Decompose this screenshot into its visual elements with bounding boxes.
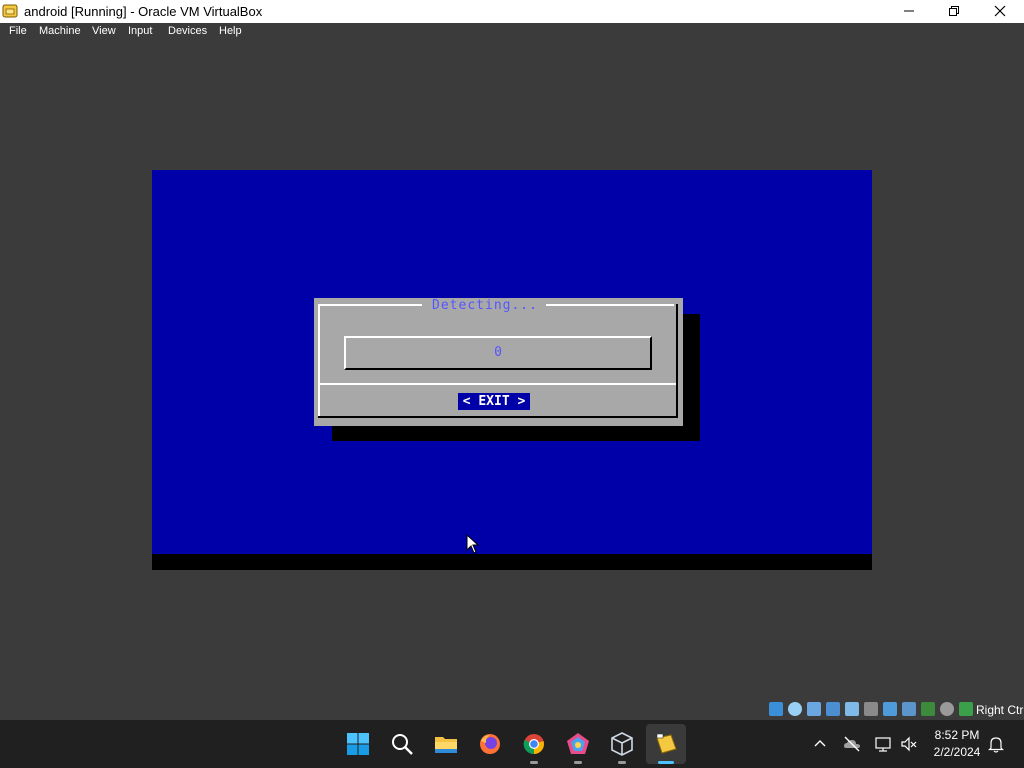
taskbar-firefox[interactable]: [470, 724, 510, 764]
window-titlebar: android [Running] - Oracle VM VirtualBox: [0, 0, 1024, 23]
chrome-icon: [523, 734, 544, 755]
active-indicator: [658, 761, 674, 764]
dialog-separator: [318, 383, 676, 385]
recording-icon[interactable]: [902, 702, 916, 716]
gauge-value: 0: [494, 345, 502, 360]
restore-icon: [949, 6, 959, 16]
app-icon: [567, 733, 589, 754]
window-title: android [Running] - Oracle VM VirtualBox: [24, 4, 263, 19]
menu-machine[interactable]: Machine: [39, 25, 81, 37]
taskbar-virtualbox-manager[interactable]: [602, 724, 642, 764]
exit-button[interactable]: < EXIT >: [458, 393, 530, 410]
volume-muted-icon[interactable]: [900, 735, 918, 753]
running-indicator: [618, 761, 626, 764]
taskbar-search-button[interactable]: [382, 724, 422, 764]
onedrive-offline-icon[interactable]: [843, 735, 861, 753]
detecting-dialog: Detecting... 0 < EXIT >: [314, 298, 683, 426]
windows-start-icon: [347, 733, 369, 755]
vm-display[interactable]: Detecting... 0 < EXIT >: [152, 170, 872, 570]
hard-disk-icon[interactable]: [769, 702, 783, 716]
network-icon[interactable]: [826, 702, 840, 716]
firefox-icon: [480, 734, 500, 754]
dialog-frame: [546, 304, 674, 306]
menu-view[interactable]: View: [92, 25, 116, 37]
show-hidden-icons-icon[interactable]: [811, 735, 829, 753]
shared-folders-icon[interactable]: [864, 702, 878, 716]
minimize-button[interactable]: [886, 0, 932, 23]
running-indicator: [574, 761, 582, 764]
virtualbox-vm-icon: [656, 733, 677, 754]
vm-bottom-bar: [152, 554, 872, 570]
taskbar-app[interactable]: [558, 724, 598, 764]
audio-icon[interactable]: [807, 702, 821, 716]
host-key-label: Right Ctrl: [976, 703, 1024, 717]
search-icon: [392, 734, 413, 755]
clock-date[interactable]: 2/2/2024: [930, 745, 984, 759]
display-icon[interactable]: [883, 702, 897, 716]
taskbar-virtualbox-vm[interactable]: [646, 724, 686, 764]
file-explorer-icon: [435, 737, 457, 753]
vm-statusbar: Right Ctrl: [766, 700, 1024, 718]
dialog-frame: [318, 416, 678, 418]
progress-gauge: 0: [344, 336, 652, 370]
cpu-icon[interactable]: [921, 702, 935, 716]
menu-help[interactable]: Help: [219, 25, 242, 37]
dialog-title: Detecting...: [432, 298, 538, 313]
virtualbox-window-icon: [2, 4, 18, 18]
start-button[interactable]: [338, 724, 378, 764]
notifications-bell-icon[interactable]: [987, 735, 1005, 753]
maximize-button[interactable]: [931, 0, 977, 23]
dialog-frame: [676, 304, 678, 418]
minimize-icon: [904, 10, 914, 12]
taskbar-chrome[interactable]: [514, 724, 554, 764]
running-indicator: [530, 761, 538, 764]
keyboard-icon[interactable]: [959, 702, 973, 716]
mouse-integration-icon[interactable]: [940, 702, 954, 716]
menu-bar: File Machine View Input Devices Help: [0, 23, 1024, 42]
dialog-frame: [318, 304, 320, 418]
virtualbox-manager-icon: [611, 732, 633, 756]
menu-file[interactable]: File: [9, 25, 27, 37]
close-button[interactable]: [977, 0, 1023, 23]
usb-icon[interactable]: [845, 702, 859, 716]
taskbar-file-explorer[interactable]: [426, 724, 466, 764]
menu-input[interactable]: Input: [128, 25, 152, 37]
menu-devices[interactable]: Devices: [168, 25, 207, 37]
taskbar: [0, 720, 1024, 768]
mouse-pointer-icon: [466, 534, 480, 554]
network-status-icon[interactable]: [874, 735, 892, 753]
optical-drive-icon[interactable]: [788, 702, 802, 716]
clock-time[interactable]: 8:52 PM: [930, 728, 984, 742]
dialog-frame: [318, 304, 422, 306]
close-icon: [994, 5, 1006, 17]
